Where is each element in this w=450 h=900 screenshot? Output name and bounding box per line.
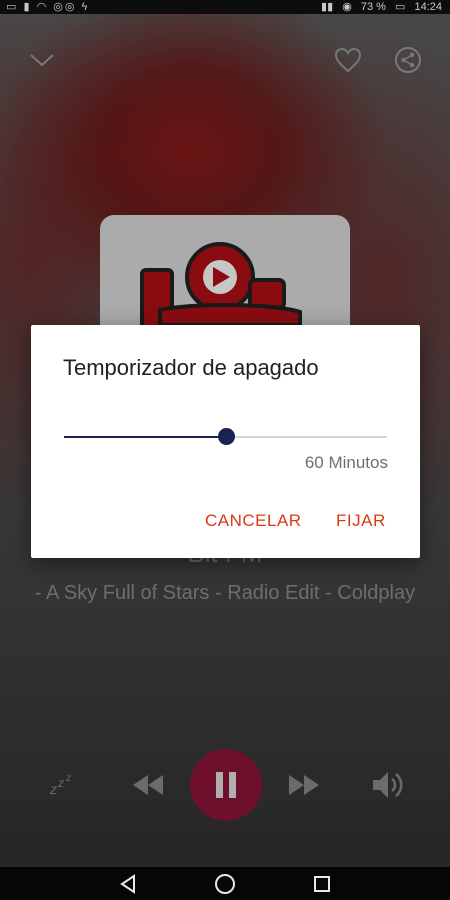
- app-root: ▭ ▮ ◠ ◎◎ ϟ ▮▮ ◉ 73 % ▭ 14:24 - A Sky Ful…: [0, 0, 450, 900]
- slider-thumb[interactable]: [217, 428, 235, 445]
- slider-fill: [64, 436, 226, 438]
- cancel-button[interactable]: CANCELAR: [205, 511, 302, 531]
- recents-icon[interactable]: [311, 873, 333, 895]
- confirm-button[interactable]: FIJAR: [336, 511, 386, 531]
- dialog-title: Temporizador de apagado: [63, 355, 319, 380]
- home-icon[interactable]: [214, 873, 236, 895]
- sleep-timer-dialog: Temporizador de apagado 60 Minutos CANCE…: [31, 325, 420, 558]
- timer-slider[interactable]: [64, 425, 387, 449]
- back-icon[interactable]: [117, 873, 139, 895]
- system-nav-bar: [0, 867, 450, 900]
- slider-value-label: 60 Minutos: [304, 453, 388, 472]
